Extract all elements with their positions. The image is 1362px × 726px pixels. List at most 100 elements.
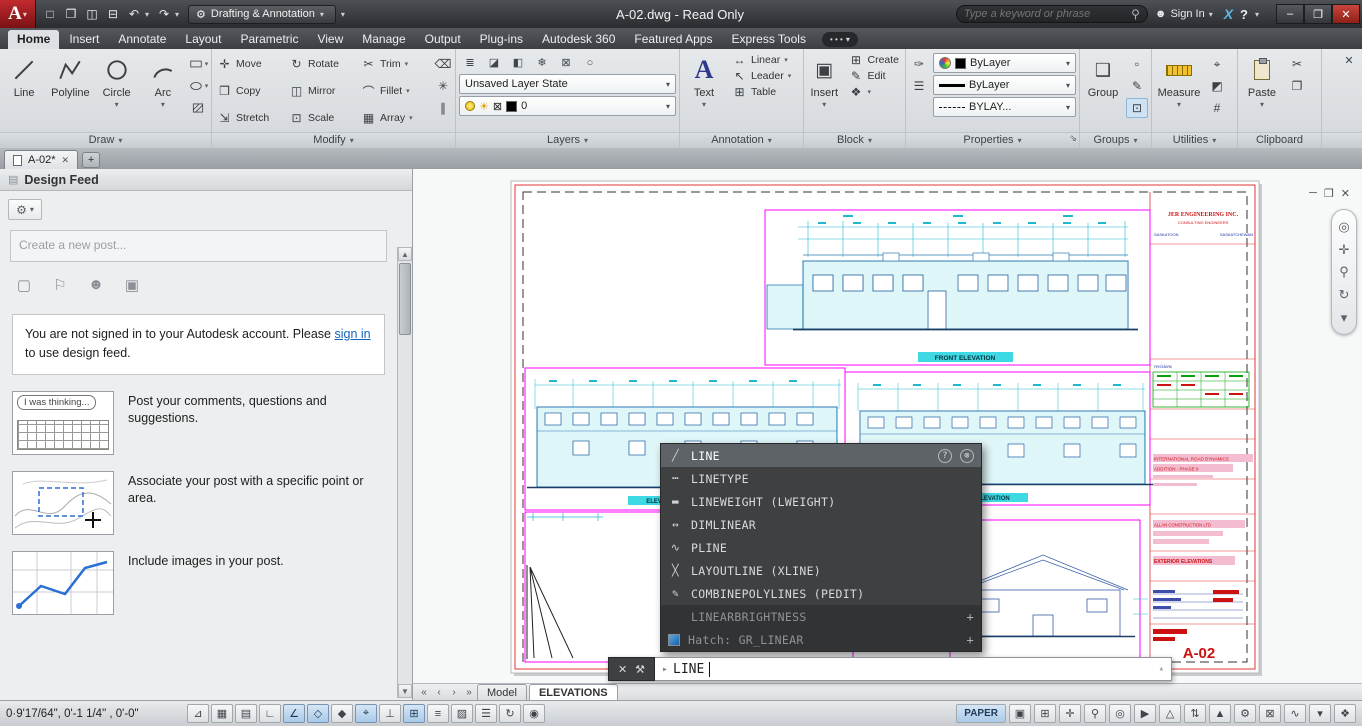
panel-label-properties[interactable]: Properties ▾ ⇘ (906, 132, 1079, 148)
tab-home[interactable]: Home (8, 30, 59, 49)
layer-off-button[interactable]: ○ (579, 53, 601, 72)
scroll-down-icon[interactable]: ▼ (398, 684, 412, 698)
panel-label-utilities[interactable]: Utilities ▾ (1152, 132, 1237, 148)
attach-image-icon[interactable]: ▣ (122, 276, 142, 294)
last-layout-icon[interactable]: » (462, 687, 476, 698)
scale-button[interactable]: ⊡Scale (286, 105, 358, 131)
group-selection-toggle[interactable]: ⊡ (1126, 98, 1148, 118)
tab-autodesk-360[interactable]: Autodesk 360 (533, 30, 624, 49)
tab-layout[interactable]: Layout (176, 30, 230, 49)
sign-in-link[interactable]: sign in (334, 327, 370, 341)
hatch-button[interactable] (187, 98, 209, 118)
layer-state-combo[interactable]: Unsaved Layer State ▾ (459, 74, 676, 94)
help-dropdown-icon[interactable]: ▾ (1255, 10, 1263, 19)
text-button[interactable]: A Text ▾ (682, 51, 726, 132)
sign-in-button[interactable]: ☻ Sign In ▾ (1155, 8, 1217, 20)
coordinates-readout[interactable]: 0·9'17/64", 0'-1 1/4" , 0'-0" (6, 708, 184, 720)
properties-list-button[interactable]: ☰ (908, 76, 930, 96)
trim-button[interactable]: ✂Trim▾ (358, 51, 430, 77)
suggestion-lineweight[interactable]: ▬ LINEWEIGHT (LWEIGHT) (661, 490, 981, 513)
tab-parametric[interactable]: Parametric (231, 30, 307, 49)
tab-manage[interactable]: Manage (353, 30, 414, 49)
tab-plugins[interactable]: Plug-ins (471, 30, 532, 49)
redo-button[interactable]: ↷ (154, 4, 174, 24)
arc-button[interactable]: Arc ▾ (141, 51, 185, 132)
help-icon[interactable]: ? (1240, 7, 1248, 22)
status-menu-button[interactable]: ▾ (1309, 704, 1331, 723)
measure-button[interactable]: Measure ▾ (1154, 51, 1204, 132)
help-circle-icon[interactable]: ? (938, 449, 952, 463)
layer-freeze-button[interactable]: ❄ (531, 53, 553, 72)
panel-label-clipboard[interactable]: Clipboard (1238, 132, 1321, 148)
quick-properties-toggle[interactable]: ☰ (475, 704, 497, 723)
polar-toggle[interactable]: ∠ (283, 704, 305, 723)
point-post-icon[interactable]: ⚐ (50, 276, 70, 294)
feed-settings-button[interactable]: ⚙ ▾ (8, 199, 42, 220)
cut-button[interactable]: ✂ (1286, 54, 1308, 74)
mirror-button[interactable]: ◫Mirror (286, 78, 358, 104)
suggestion-combinepolylines[interactable]: ✎ COMBINEPOLYLINES (PEDIT) (661, 582, 981, 605)
linear-dimension-button[interactable]: ↔Linear▾ (729, 53, 800, 67)
dialog-launcher-icon[interactable]: ⇘ (1069, 131, 1077, 146)
steering-wheel-icon[interactable]: ◎ (1338, 220, 1349, 233)
insert-block-button[interactable]: ▣ Insert ▾ (806, 51, 842, 132)
area-post-icon[interactable]: ▢ (14, 276, 34, 294)
internet-search-icon[interactable]: ⊚ (960, 449, 974, 463)
close-button[interactable]: ✕ (1332, 4, 1360, 24)
new-post-input[interactable]: Create a new post... (10, 230, 387, 262)
quick-view-drawings-button[interactable]: ▣ (1009, 704, 1031, 723)
search-icon[interactable]: ⚲ (1131, 7, 1140, 21)
ungroup-button[interactable]: ▫ (1126, 54, 1148, 74)
panel-label-modify[interactable]: Modify ▾ (212, 132, 455, 148)
scrollbar-thumb[interactable] (399, 263, 411, 335)
file-tab-a02[interactable]: A-02* ✕ (4, 150, 78, 169)
suggestion-hatch-gr-linear[interactable]: Hatch: GR_LINEAR + (661, 628, 981, 651)
exchange-apps-icon[interactable]: X (1224, 6, 1233, 22)
tab-elevations[interactable]: ELEVATIONS (529, 684, 618, 700)
grid-toggle[interactable]: ▤ (235, 704, 257, 723)
annotation-scale-button[interactable]: ▲ (1209, 704, 1231, 723)
tab-insert[interactable]: Insert (60, 30, 108, 49)
search-input[interactable] (964, 8, 1126, 20)
rectangle-button[interactable]: ▾ (187, 54, 209, 74)
linetype-combo[interactable]: BYLAY... ▾ (933, 97, 1076, 117)
transparency-toggle[interactable]: ▨ (451, 704, 473, 723)
zoom-button[interactable]: ⚲ (1084, 704, 1106, 723)
navbar-menu-icon[interactable]: ▾ (1341, 311, 1348, 324)
quick-calculator-button[interactable]: # (1206, 98, 1228, 118)
pan-icon[interactable]: ✛ (1339, 243, 1350, 256)
drawing-close-icon[interactable]: ✕ (1341, 187, 1350, 200)
paste-button[interactable]: Paste ▾ (1240, 51, 1284, 132)
qat-options-icon[interactable]: ▾ (341, 10, 349, 19)
panel-label-draw[interactable]: Draw ▾ (0, 132, 211, 148)
open-button[interactable]: ❒ (61, 4, 81, 24)
new-tab-button[interactable]: + (82, 152, 100, 168)
create-block-button[interactable]: ⊞Create (845, 53, 902, 67)
erase-button[interactable]: ⌫ (432, 54, 454, 74)
layer-lock-button[interactable]: ⊠ (555, 53, 577, 72)
edit-block-button[interactable]: ✎Edit (845, 69, 902, 83)
close-icon[interactable]: ✕ (1338, 51, 1360, 70)
first-layout-icon[interactable]: « (417, 687, 431, 698)
clean-screen-button[interactable]: ❖ (1334, 704, 1356, 723)
suggestion-pline[interactable]: ∿ PLINE (661, 536, 981, 559)
steering-wheel-button[interactable]: ◎ (1109, 704, 1131, 723)
redo-dropdown-icon[interactable]: ▾ (175, 10, 183, 19)
annotation-monitor-toggle[interactable]: ◉ (523, 704, 545, 723)
copy-clip-button[interactable]: ❐ (1286, 76, 1308, 96)
polyline-button[interactable]: Polyline (48, 51, 92, 132)
tab-annotate[interactable]: Annotate (109, 30, 175, 49)
layer-combo[interactable]: ☀ ⊠ 0 ▾ (459, 96, 676, 116)
zoom-icon[interactable]: ⚲ (1339, 265, 1349, 278)
lineweight-toggle[interactable]: ≡ (427, 704, 449, 723)
dynamic-ucs-toggle[interactable]: ⊥ (379, 704, 401, 723)
panel-label-block[interactable]: Block ▾ (804, 132, 905, 148)
tab-featured-apps[interactable]: Featured Apps (625, 30, 721, 49)
close-command-line-icon[interactable]: ✕ (618, 663, 627, 676)
match-properties-button[interactable]: ✑ (908, 54, 930, 74)
table-button[interactable]: ⊞Table (729, 85, 800, 99)
group-edit-button[interactable]: ✎ (1126, 76, 1148, 96)
expand-icon[interactable]: + (966, 633, 974, 647)
line-button[interactable]: Line (2, 51, 46, 132)
workspace-switching-button[interactable]: ⚙ (1234, 704, 1256, 723)
